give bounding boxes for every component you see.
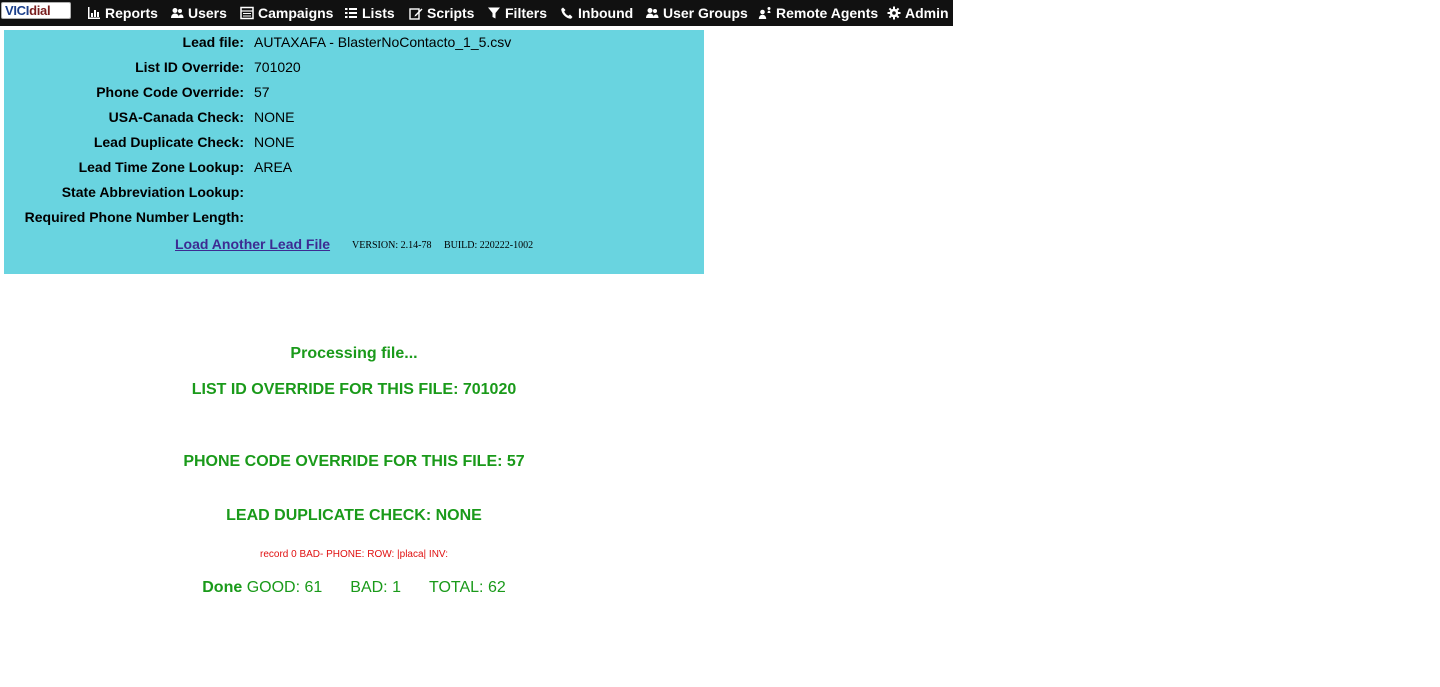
gear-icon bbox=[887, 6, 901, 20]
info-value: AUTAXAFA - BlasterNoContacto_1_5.csv bbox=[254, 34, 512, 50]
nav-item-users[interactable]: Users bbox=[170, 0, 227, 26]
load-another-lead-file-link[interactable]: Load Another Lead File bbox=[175, 236, 330, 252]
list-id-override-message: LIST ID OVERRIDE FOR THIS FILE: 701020 bbox=[191, 381, 517, 398]
info-row-phone-code-override: Phone Code Override: 57 bbox=[4, 84, 704, 104]
info-label: Phone Code Override: bbox=[96, 84, 244, 100]
vicidial-logo[interactable]: VICIdial bbox=[1, 2, 71, 19]
nav-item-scripts[interactable]: Scripts bbox=[409, 0, 474, 26]
info-value: NONE bbox=[254, 134, 295, 150]
build-text: BUILD: 220222-1002 bbox=[443, 240, 534, 251]
import-summary: Done GOOD: 61 BAD: 1 TOTAL: 62 bbox=[4, 579, 704, 597]
nav-item-lists[interactable]: Lists bbox=[344, 0, 395, 26]
user-groups-icon bbox=[645, 6, 659, 20]
good-count: GOOD: 61 bbox=[246, 579, 323, 596]
nav-item-user-groups[interactable]: User Groups bbox=[645, 0, 748, 26]
nav-item-label: Users bbox=[188, 5, 227, 21]
info-label: List ID Override: bbox=[135, 59, 244, 75]
info-label: State Abbreviation Lookup: bbox=[61, 184, 244, 200]
info-row-state-abbreviation-lookup: State Abbreviation Lookup: bbox=[4, 184, 704, 204]
users-icon bbox=[170, 6, 184, 20]
nav-item-label: User Groups bbox=[663, 5, 748, 21]
logo-text-dial: dial bbox=[29, 3, 51, 18]
nav-item-label: Admin bbox=[905, 5, 949, 21]
remote-agents-icon bbox=[758, 6, 772, 20]
info-row-list-id-override: List ID Override: 701020 bbox=[4, 59, 704, 79]
info-label: Lead file: bbox=[182, 34, 244, 50]
nav-item-remote-agents[interactable]: Remote Agents bbox=[758, 0, 878, 26]
phone-code-override-message: PHONE CODE OVERRIDE FOR THIS FILE: 57 bbox=[183, 453, 525, 470]
lead-file-info-panel: Lead file: AUTAXAFA - BlasterNoContacto_… bbox=[4, 30, 704, 274]
version-text: VERSION: 2.14-78 bbox=[352, 240, 432, 251]
info-label: USA-Canada Check: bbox=[108, 109, 244, 125]
info-label: Required Phone Number Length: bbox=[24, 209, 244, 225]
nav-item-reports[interactable]: Reports bbox=[87, 0, 158, 26]
info-value: AREA bbox=[254, 159, 293, 175]
lead-duplicate-check-message: LEAD DUPLICATE CHECK: NONE bbox=[226, 507, 482, 524]
nav-item-label: Lists bbox=[362, 5, 395, 21]
info-value: 57 bbox=[254, 84, 270, 100]
total-count: TOTAL: 62 bbox=[428, 579, 506, 596]
nav-item-label: Filters bbox=[505, 5, 548, 21]
nav-item-campaigns[interactable]: Campaigns bbox=[240, 0, 333, 26]
info-value: NONE bbox=[254, 109, 295, 125]
top-navigation-bar: VICIdial Reports Users Campaigns Lists S… bbox=[0, 0, 953, 26]
filter-icon bbox=[487, 6, 501, 20]
info-row-usa-canada-check: USA-Canada Check: NONE bbox=[4, 109, 704, 129]
info-row-lead-duplicate-check: Lead Duplicate Check: NONE bbox=[4, 134, 704, 154]
reports-icon bbox=[87, 6, 101, 20]
logo-text-vici: VICI bbox=[5, 3, 30, 18]
nav-item-label: Remote Agents bbox=[776, 5, 879, 21]
nav-item-admin[interactable]: Admin bbox=[887, 0, 949, 26]
nav-item-label: Inbound bbox=[578, 5, 634, 21]
done-label: Done bbox=[202, 579, 243, 596]
processing-status: Processing file... bbox=[290, 345, 418, 362]
phone-icon bbox=[560, 6, 574, 20]
bad-record-message: record 0 BAD- PHONE: ROW: |placa| INV: bbox=[259, 549, 449, 560]
info-label: Lead Time Zone Lookup: bbox=[78, 159, 244, 175]
lists-icon bbox=[344, 6, 358, 20]
nav-item-filters[interactable]: Filters bbox=[487, 0, 547, 26]
info-label: Lead Duplicate Check: bbox=[93, 134, 244, 150]
info-row-lead-time-zone-lookup: Lead Time Zone Lookup: AREA bbox=[4, 159, 704, 179]
version-info: VERSION: 2.14-78 BUILD: 220222-1002 bbox=[352, 240, 533, 251]
nav-item-inbound[interactable]: Inbound bbox=[560, 0, 633, 26]
nav-item-label: Scripts bbox=[427, 5, 475, 21]
bad-count: BAD: 1 bbox=[350, 579, 401, 596]
scripts-icon bbox=[409, 6, 423, 20]
info-row-required-phone-length: Required Phone Number Length: bbox=[4, 209, 704, 229]
campaigns-icon bbox=[240, 6, 254, 20]
nav-item-label: Reports bbox=[105, 5, 158, 21]
info-value: 701020 bbox=[254, 59, 301, 75]
info-row-lead-file: Lead file: AUTAXAFA - BlasterNoContacto_… bbox=[4, 34, 704, 54]
nav-item-label: Campaigns bbox=[258, 5, 334, 21]
